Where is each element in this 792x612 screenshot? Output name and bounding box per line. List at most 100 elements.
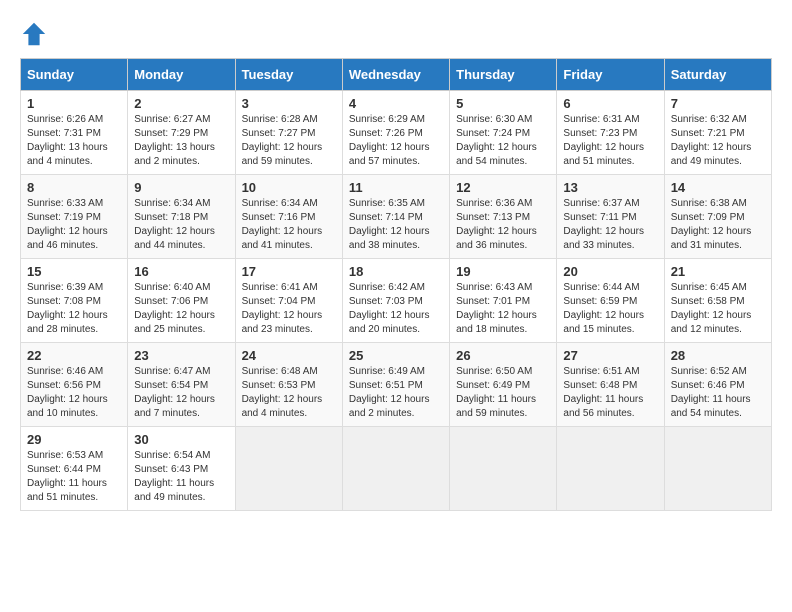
day-info: Sunrise: 6:28 AMSunset: 7:27 PMDaylight:… bbox=[242, 113, 336, 169]
day-info: Sunrise: 6:40 AMSunset: 7:06 PMDaylight:… bbox=[134, 281, 228, 337]
day-number: 23 bbox=[134, 348, 228, 363]
calendar-cell: 15 Sunrise: 6:39 AMSunset: 7:08 PMDaylig… bbox=[21, 259, 128, 343]
day-number: 28 bbox=[671, 348, 765, 363]
day-number: 1 bbox=[27, 96, 121, 111]
header-saturday: Saturday bbox=[664, 59, 771, 91]
day-number: 6 bbox=[563, 96, 657, 111]
day-info: Sunrise: 6:41 AMSunset: 7:04 PMDaylight:… bbox=[242, 281, 336, 337]
day-info: Sunrise: 6:31 AMSunset: 7:23 PMDaylight:… bbox=[563, 113, 657, 169]
day-number: 10 bbox=[242, 180, 336, 195]
calendar-cell: 17 Sunrise: 6:41 AMSunset: 7:04 PMDaylig… bbox=[235, 259, 342, 343]
day-number: 18 bbox=[349, 264, 443, 279]
day-info: Sunrise: 6:48 AMSunset: 6:53 PMDaylight:… bbox=[242, 365, 336, 421]
calendar-cell: 9 Sunrise: 6:34 AMSunset: 7:18 PMDayligh… bbox=[128, 175, 235, 259]
header-sunday: Sunday bbox=[21, 59, 128, 91]
calendar-cell: 24 Sunrise: 6:48 AMSunset: 6:53 PMDaylig… bbox=[235, 343, 342, 427]
calendar-cell bbox=[450, 427, 557, 511]
calendar-cell bbox=[557, 427, 664, 511]
calendar-cell: 10 Sunrise: 6:34 AMSunset: 7:16 PMDaylig… bbox=[235, 175, 342, 259]
day-number: 7 bbox=[671, 96, 765, 111]
day-number: 5 bbox=[456, 96, 550, 111]
day-info: Sunrise: 6:36 AMSunset: 7:13 PMDaylight:… bbox=[456, 197, 550, 253]
calendar-cell: 8 Sunrise: 6:33 AMSunset: 7:19 PMDayligh… bbox=[21, 175, 128, 259]
day-number: 20 bbox=[563, 264, 657, 279]
day-info: Sunrise: 6:32 AMSunset: 7:21 PMDaylight:… bbox=[671, 113, 765, 169]
calendar-cell: 7 Sunrise: 6:32 AMSunset: 7:21 PMDayligh… bbox=[664, 91, 771, 175]
calendar-cell: 28 Sunrise: 6:52 AMSunset: 6:46 PMDaylig… bbox=[664, 343, 771, 427]
day-number: 21 bbox=[671, 264, 765, 279]
day-info: Sunrise: 6:38 AMSunset: 7:09 PMDaylight:… bbox=[671, 197, 765, 253]
day-number: 25 bbox=[349, 348, 443, 363]
calendar-cell: 29 Sunrise: 6:53 AMSunset: 6:44 PMDaylig… bbox=[21, 427, 128, 511]
day-number: 15 bbox=[27, 264, 121, 279]
calendar-cell: 1 Sunrise: 6:26 AMSunset: 7:31 PMDayligh… bbox=[21, 91, 128, 175]
day-info: Sunrise: 6:45 AMSunset: 6:58 PMDaylight:… bbox=[671, 281, 765, 337]
logo bbox=[20, 20, 54, 48]
calendar-cell: 26 Sunrise: 6:50 AMSunset: 6:49 PMDaylig… bbox=[450, 343, 557, 427]
calendar-week-3: 15 Sunrise: 6:39 AMSunset: 7:08 PMDaylig… bbox=[21, 259, 772, 343]
calendar-cell: 18 Sunrise: 6:42 AMSunset: 7:03 PMDaylig… bbox=[342, 259, 449, 343]
logo-icon bbox=[20, 20, 48, 48]
day-info: Sunrise: 6:27 AMSunset: 7:29 PMDaylight:… bbox=[134, 113, 228, 169]
day-number: 4 bbox=[349, 96, 443, 111]
day-number: 27 bbox=[563, 348, 657, 363]
calendar-cell bbox=[342, 427, 449, 511]
calendar-cell: 6 Sunrise: 6:31 AMSunset: 7:23 PMDayligh… bbox=[557, 91, 664, 175]
calendar-cell: 11 Sunrise: 6:35 AMSunset: 7:14 PMDaylig… bbox=[342, 175, 449, 259]
day-number: 30 bbox=[134, 432, 228, 447]
calendar-cell: 4 Sunrise: 6:29 AMSunset: 7:26 PMDayligh… bbox=[342, 91, 449, 175]
calendar-table: SundayMondayTuesdayWednesdayThursdayFrid… bbox=[20, 58, 772, 511]
day-number: 26 bbox=[456, 348, 550, 363]
day-info: Sunrise: 6:47 AMSunset: 6:54 PMDaylight:… bbox=[134, 365, 228, 421]
day-info: Sunrise: 6:52 AMSunset: 6:46 PMDaylight:… bbox=[671, 365, 765, 421]
calendar-cell: 3 Sunrise: 6:28 AMSunset: 7:27 PMDayligh… bbox=[235, 91, 342, 175]
day-info: Sunrise: 6:42 AMSunset: 7:03 PMDaylight:… bbox=[349, 281, 443, 337]
day-number: 17 bbox=[242, 264, 336, 279]
day-info: Sunrise: 6:33 AMSunset: 7:19 PMDaylight:… bbox=[27, 197, 121, 253]
header-friday: Friday bbox=[557, 59, 664, 91]
day-info: Sunrise: 6:29 AMSunset: 7:26 PMDaylight:… bbox=[349, 113, 443, 169]
day-info: Sunrise: 6:46 AMSunset: 6:56 PMDaylight:… bbox=[27, 365, 121, 421]
day-number: 29 bbox=[27, 432, 121, 447]
day-number: 19 bbox=[456, 264, 550, 279]
day-number: 11 bbox=[349, 180, 443, 195]
day-info: Sunrise: 6:44 AMSunset: 6:59 PMDaylight:… bbox=[563, 281, 657, 337]
day-number: 14 bbox=[671, 180, 765, 195]
day-info: Sunrise: 6:37 AMSunset: 7:11 PMDaylight:… bbox=[563, 197, 657, 253]
calendar-cell: 14 Sunrise: 6:38 AMSunset: 7:09 PMDaylig… bbox=[664, 175, 771, 259]
calendar-cell: 16 Sunrise: 6:40 AMSunset: 7:06 PMDaylig… bbox=[128, 259, 235, 343]
calendar-cell: 12 Sunrise: 6:36 AMSunset: 7:13 PMDaylig… bbox=[450, 175, 557, 259]
day-info: Sunrise: 6:53 AMSunset: 6:44 PMDaylight:… bbox=[27, 449, 121, 505]
calendar-cell: 13 Sunrise: 6:37 AMSunset: 7:11 PMDaylig… bbox=[557, 175, 664, 259]
day-info: Sunrise: 6:54 AMSunset: 6:43 PMDaylight:… bbox=[134, 449, 228, 505]
day-number: 2 bbox=[134, 96, 228, 111]
day-info: Sunrise: 6:26 AMSunset: 7:31 PMDaylight:… bbox=[27, 113, 121, 169]
calendar-cell bbox=[664, 427, 771, 511]
day-number: 16 bbox=[134, 264, 228, 279]
day-info: Sunrise: 6:30 AMSunset: 7:24 PMDaylight:… bbox=[456, 113, 550, 169]
calendar-cell: 22 Sunrise: 6:46 AMSunset: 6:56 PMDaylig… bbox=[21, 343, 128, 427]
day-number: 13 bbox=[563, 180, 657, 195]
day-number: 3 bbox=[242, 96, 336, 111]
day-info: Sunrise: 6:39 AMSunset: 7:08 PMDaylight:… bbox=[27, 281, 121, 337]
day-info: Sunrise: 6:43 AMSunset: 7:01 PMDaylight:… bbox=[456, 281, 550, 337]
header-thursday: Thursday bbox=[450, 59, 557, 91]
calendar-cell: 2 Sunrise: 6:27 AMSunset: 7:29 PMDayligh… bbox=[128, 91, 235, 175]
calendar-header: SundayMondayTuesdayWednesdayThursdayFrid… bbox=[21, 59, 772, 91]
calendar-week-4: 22 Sunrise: 6:46 AMSunset: 6:56 PMDaylig… bbox=[21, 343, 772, 427]
calendar-cell: 20 Sunrise: 6:44 AMSunset: 6:59 PMDaylig… bbox=[557, 259, 664, 343]
calendar-week-5: 29 Sunrise: 6:53 AMSunset: 6:44 PMDaylig… bbox=[21, 427, 772, 511]
header-tuesday: Tuesday bbox=[235, 59, 342, 91]
day-info: Sunrise: 6:34 AMSunset: 7:16 PMDaylight:… bbox=[242, 197, 336, 253]
day-number: 24 bbox=[242, 348, 336, 363]
header-monday: Monday bbox=[128, 59, 235, 91]
calendar-cell: 19 Sunrise: 6:43 AMSunset: 7:01 PMDaylig… bbox=[450, 259, 557, 343]
day-number: 12 bbox=[456, 180, 550, 195]
day-info: Sunrise: 6:50 AMSunset: 6:49 PMDaylight:… bbox=[456, 365, 550, 421]
header-wednesday: Wednesday bbox=[342, 59, 449, 91]
day-number: 8 bbox=[27, 180, 121, 195]
calendar-cell: 5 Sunrise: 6:30 AMSunset: 7:24 PMDayligh… bbox=[450, 91, 557, 175]
calendar-cell: 23 Sunrise: 6:47 AMSunset: 6:54 PMDaylig… bbox=[128, 343, 235, 427]
day-info: Sunrise: 6:34 AMSunset: 7:18 PMDaylight:… bbox=[134, 197, 228, 253]
calendar-cell: 25 Sunrise: 6:49 AMSunset: 6:51 PMDaylig… bbox=[342, 343, 449, 427]
